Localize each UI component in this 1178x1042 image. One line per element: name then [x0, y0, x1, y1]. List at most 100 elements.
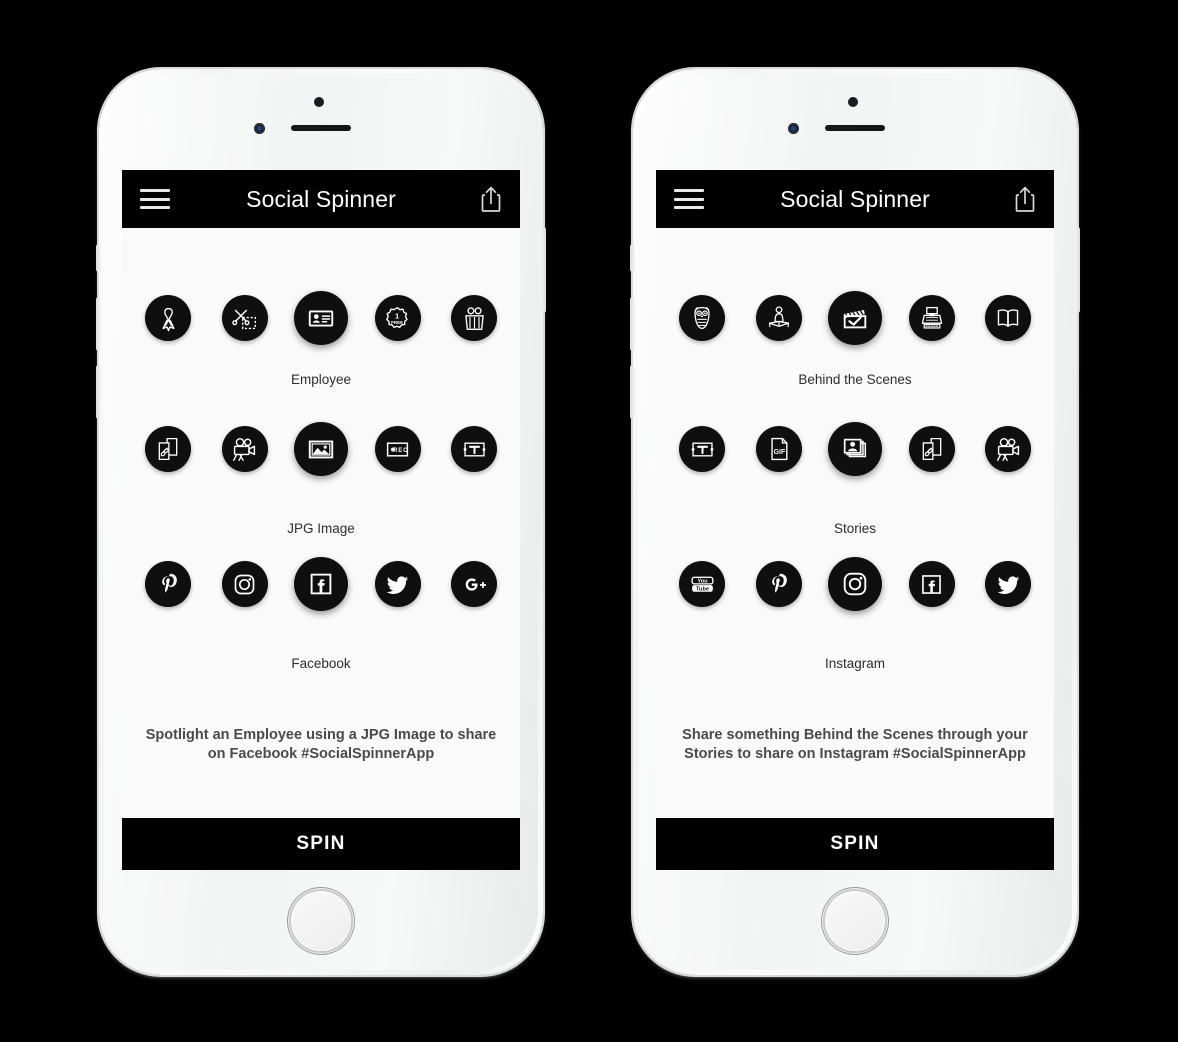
- page-title: Social Spinner: [246, 185, 396, 212]
- spinner-caption: Spotlight an Employee using a JPG Image …: [145, 727, 497, 763]
- gif-file-icon: GIF: [755, 426, 802, 472]
- front-camera-icon: [788, 123, 799, 134]
- spinner-item-link-document[interactable]: [140, 421, 196, 477]
- spinner-row-2: Facebook: [122, 556, 520, 671]
- id-badge-card-icon: [294, 291, 348, 345]
- video-camera-icon: [221, 426, 268, 472]
- volume-down-button[interactable]: [96, 365, 101, 419]
- app-screen-left: Social Spinner 1 FREE Employee REC JPG I…: [122, 170, 520, 870]
- link-document-icon: [145, 426, 191, 472]
- row-label: Behind the Scenes: [798, 372, 912, 387]
- flex-spacer: [656, 671, 1054, 726]
- spinner-item-ribbon[interactable]: [140, 290, 196, 346]
- spinner-item-team-people[interactable]: [446, 290, 502, 346]
- spinner-item-instagram[interactable]: [827, 556, 883, 612]
- navbar: Social Spinner: [656, 170, 1054, 228]
- row-label: Employee: [290, 372, 352, 387]
- spinner-item-pinterest[interactable]: [140, 556, 196, 612]
- text-tool-icon: [679, 426, 725, 472]
- mute-switch[interactable]: [96, 244, 101, 272]
- spinner-body: 1 FREE Employee REC JPG Image Facebook S…: [122, 228, 520, 818]
- spinner-item-link-document[interactable]: [904, 421, 960, 477]
- instagram-icon: [221, 561, 268, 607]
- photo-stack-icon: [828, 422, 882, 476]
- svg-text:Tube: Tube: [695, 586, 708, 592]
- spinner-item-gif-file[interactable]: GIF: [751, 421, 807, 477]
- svg-text:FREE: FREE: [391, 319, 403, 324]
- spinner-item-googleplus[interactable]: [446, 556, 502, 612]
- picture-frame-icon: [294, 422, 348, 476]
- googleplus-icon: [451, 561, 497, 607]
- spinner-item-person-reading[interactable]: [751, 290, 807, 346]
- power-button[interactable]: [541, 227, 546, 313]
- hamburger-icon[interactable]: [140, 189, 170, 209]
- spinner-item-owl[interactable]: [674, 290, 730, 346]
- spinner-row-0: Behind the Scenes: [656, 290, 1054, 387]
- icon-row: [656, 290, 1054, 346]
- spinner-item-facebook[interactable]: [293, 556, 349, 612]
- scissors-cut-icon: [221, 295, 268, 341]
- row-gap: [122, 536, 520, 556]
- icon-row: GIF: [656, 421, 1054, 477]
- row-label: Stories: [833, 521, 877, 536]
- owl-icon: [679, 295, 725, 341]
- share-icon[interactable]: [480, 185, 502, 213]
- mute-switch[interactable]: [630, 244, 635, 272]
- spinner-item-clapperboard[interactable]: [827, 290, 883, 346]
- spinner-item-rec-record[interactable]: REC: [370, 421, 426, 477]
- text-tool-icon: [451, 426, 497, 472]
- volume-up-button[interactable]: [630, 297, 635, 351]
- spinner-item-id-badge-card[interactable]: [293, 290, 349, 346]
- spinner-row-0: 1 FREE Employee: [122, 290, 520, 387]
- spinner-caption: Share something Behind the Scenes throug…: [682, 727, 1028, 763]
- spinner-item-typewriter[interactable]: [904, 290, 960, 346]
- spinner-item-youtube[interactable]: You Tube: [674, 556, 730, 612]
- spinner-item-photo-stack[interactable]: [827, 421, 883, 477]
- phone-device-right: Social Spinner Behind the Scenes GIF Sto…: [630, 69, 1080, 975]
- spinner-body: Behind the Scenes GIF Stories You Tube I…: [656, 228, 1054, 818]
- rec-record-icon: REC: [374, 426, 421, 472]
- home-button[interactable]: [291, 891, 351, 951]
- spinner-row-1: REC JPG Image: [122, 421, 520, 536]
- proximity-sensor-icon: [848, 97, 858, 107]
- flex-spacer: [122, 671, 520, 726]
- phone-device-left: Social Spinner 1 FREE Employee REC JPG I…: [96, 69, 546, 975]
- row-label: Instagram: [824, 656, 886, 671]
- video-camera-icon: [985, 426, 1031, 472]
- open-book-icon: [985, 295, 1031, 341]
- twitter-icon: [374, 561, 421, 607]
- spinner-item-text-tool[interactable]: [446, 421, 502, 477]
- share-icon[interactable]: [1014, 185, 1036, 213]
- row-label: Facebook: [291, 656, 351, 671]
- spinner-item-picture-frame[interactable]: [293, 421, 349, 477]
- svg-text:GIF: GIF: [773, 449, 785, 456]
- ribbon-icon: [145, 295, 191, 341]
- icon-row: You Tube: [656, 556, 1054, 612]
- youtube-icon: You Tube: [679, 561, 725, 607]
- spinner-item-twitter[interactable]: [370, 556, 426, 612]
- spinner-item-pinterest[interactable]: [751, 556, 807, 612]
- instagram-icon: [828, 557, 882, 611]
- volume-up-button[interactable]: [96, 297, 101, 351]
- spin-button[interactable]: SPIN: [656, 818, 1054, 870]
- home-button[interactable]: [825, 891, 885, 951]
- link-document-icon: [908, 426, 955, 472]
- spinner-item-open-book[interactable]: [980, 290, 1036, 346]
- spinner-item-text-tool[interactable]: [674, 421, 730, 477]
- spin-button[interactable]: SPIN: [122, 818, 520, 870]
- spinner-item-video-camera[interactable]: [980, 421, 1036, 477]
- pinterest-icon: [755, 561, 802, 607]
- spinner-item-video-camera[interactable]: [217, 421, 273, 477]
- pinterest-icon: [145, 561, 191, 607]
- power-button[interactable]: [1075, 227, 1080, 313]
- row-gap: [122, 387, 520, 421]
- navbar: Social Spinner: [122, 170, 520, 228]
- spinner-item-twitter[interactable]: [980, 556, 1036, 612]
- row-label: JPG Image: [287, 521, 355, 536]
- spinner-item-one-free-badge[interactable]: 1 FREE: [370, 290, 426, 346]
- volume-down-button[interactable]: [630, 365, 635, 419]
- spinner-item-instagram[interactable]: [217, 556, 273, 612]
- hamburger-icon[interactable]: [674, 189, 704, 209]
- spinner-item-scissors-cut[interactable]: [217, 290, 273, 346]
- spinner-item-facebook[interactable]: [904, 556, 960, 612]
